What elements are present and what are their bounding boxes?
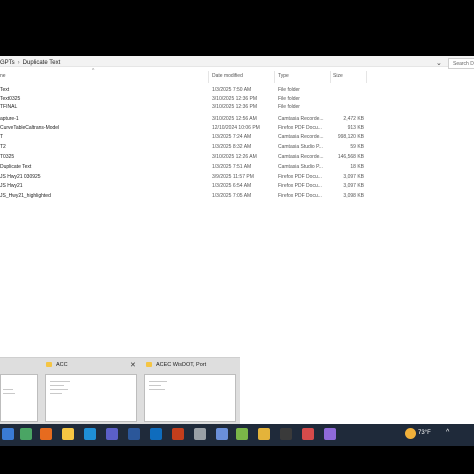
table-row[interactable]: T 1/3/2025 7:24 AM Camtasia Recorde... 998,… [0, 134, 380, 142]
chevron-right-icon: › [17, 60, 20, 66]
file-size: 3,097 KB [343, 174, 364, 180]
weather-sun-icon[interactable] [405, 428, 416, 439]
file-date: 1/3/2025 7:50 AM [212, 87, 252, 93]
file-date: 1/3/2025 6:54 AM [212, 183, 252, 189]
file-name: Text [0, 87, 10, 93]
table-row[interactable]: T0325 3/10/2025 12:26 AM Camtasia Recorde.… [0, 154, 380, 162]
settings-icon[interactable] [194, 428, 206, 440]
app-icon[interactable] [302, 428, 314, 440]
file-size: 3,097 KB [343, 183, 364, 189]
column-divider[interactable] [366, 71, 367, 83]
file-size: 3,098 KB [343, 193, 364, 199]
chevron-down-icon[interactable]: ⌄ [436, 59, 442, 67]
firefox-icon[interactable] [40, 428, 52, 440]
file-date: 1/3/2025 8:32 AM [212, 144, 252, 150]
taskbar-thumbnail-popup: ACC ✕ ACEC WisDOT, Port [0, 357, 240, 424]
table-row[interactable]: apture-1 3/10/2025 12:56 AM Camtasia Recor… [0, 116, 380, 124]
file-name: TFINAL [0, 104, 18, 110]
weather-temperature[interactable]: 73°F [418, 430, 431, 436]
explorer-toolbar [0, 56, 474, 67]
table-row[interactable]: CurveTableCaltrans-Model 12/10/2024 10:06… [0, 125, 380, 133]
column-header-name[interactable]: ne [0, 73, 6, 79]
file-name: JS Hwy21 030925 [0, 174, 41, 180]
word-icon[interactable] [128, 428, 140, 440]
start-icon[interactable] [2, 428, 14, 440]
chevron-up-icon[interactable]: ^ [446, 429, 449, 436]
column-header-type[interactable]: Type [278, 73, 289, 79]
breadcrumb-item-duplicate-text[interactable]: Duplicate Text [23, 60, 61, 66]
table-row[interactable]: Text0325 3/10/2025 12:36 PM File folder [0, 96, 380, 104]
file-name: CurveTableCaltrans-Model [0, 125, 60, 131]
window-preview-acc[interactable] [45, 374, 137, 422]
paint-icon[interactable] [324, 428, 336, 440]
file-date: 3/10/2025 12:36 PM [212, 96, 258, 102]
file-name: JS Hwy21 [0, 183, 23, 189]
column-divider[interactable] [208, 71, 209, 83]
folder-icon [46, 362, 52, 367]
file-name: T [0, 134, 4, 140]
file-name: T2 [0, 144, 6, 150]
file-size: 913 KB [347, 125, 364, 131]
file-type: File folder [278, 87, 300, 93]
file-date: 1/3/2025 7:24 AM [212, 134, 252, 140]
column-divider[interactable] [330, 71, 331, 83]
table-row[interactable]: JS Hwy21 1/3/2025 6:54 AM Firefox PDF Docu… [0, 183, 380, 191]
outlook-icon[interactable] [150, 428, 162, 440]
snipping-icon[interactable] [216, 428, 228, 440]
column-header-size[interactable]: Size [333, 73, 343, 79]
column-divider[interactable] [274, 71, 275, 83]
window-preview-acec[interactable] [144, 374, 236, 422]
powerpoint-icon[interactable] [172, 428, 184, 440]
breadcrumb-item-gpts[interactable]: GPTs [0, 60, 15, 66]
column-header-date[interactable]: Date modified [212, 73, 243, 79]
folder-icon [146, 362, 152, 367]
file-date: 3/9/2025 11:57 PM [212, 174, 254, 180]
search-input[interactable]: Search D [448, 58, 474, 69]
sort-caret-icon: ^ [92, 68, 95, 74]
file-type: File folder [278, 104, 300, 110]
file-date: 3/10/2025 12:56 AM [212, 116, 257, 122]
close-icon[interactable]: ✕ [130, 361, 136, 369]
file-name: Text0325 [0, 96, 21, 102]
mouse-cursor-icon [48, 392, 52, 399]
file-date: 1/3/2025 7:05 AM [212, 193, 252, 199]
table-row[interactable]: Duplicate Text 1/3/2025 7:51 AM Camtasia S… [0, 164, 380, 172]
file-explorer-icon[interactable] [62, 428, 74, 440]
file-date: 3/10/2025 12:36 PM [212, 104, 258, 110]
breadcrumb[interactable]: GPTs › Duplicate Text [0, 60, 60, 66]
file-size: 59 KB [350, 144, 364, 150]
thumbnail-title-acc: ACC [56, 362, 68, 368]
thumbnail-title-acec: ACEC WisDOT, Port [156, 362, 207, 368]
file-date: 12/10/2024 10:06 PM [212, 125, 260, 131]
file-size: 998,120 KB [337, 134, 364, 140]
file-name: Duplicate Text [0, 164, 32, 170]
table-row[interactable]: JS Hwy21 030925 3/9/2025 11:57 PM Firefox … [0, 174, 380, 182]
table-row[interactable]: Text 1/3/2025 7:50 AM File folder [0, 87, 380, 95]
file-size: 2,472 KB [343, 116, 364, 122]
file-type: File folder [278, 96, 300, 102]
teams-icon[interactable] [106, 428, 118, 440]
window-preview[interactable] [0, 374, 38, 422]
table-row[interactable]: TFINAL 3/10/2025 12:36 PM File folder [0, 104, 380, 112]
table-row[interactable]: JS_Hwy21_highlighted 1/3/2025 7:05 AM Fire… [0, 193, 380, 201]
file-size: 146,568 KB [337, 154, 364, 160]
file-name: JS_Hwy21_highlighted [0, 193, 51, 199]
file-date: 1/3/2025 7:51 AM [212, 164, 252, 170]
chrome-icon[interactable] [258, 428, 270, 440]
table-row[interactable]: T2 1/3/2025 8:32 AM Camtasia Studio P... 59… [0, 144, 380, 152]
file-date: 3/10/2025 12:26 AM [212, 154, 257, 160]
file-size: 18 KB [350, 164, 364, 170]
file-name: apture-1 [0, 116, 19, 122]
edge-icon[interactable] [84, 428, 96, 440]
terminal-icon[interactable] [280, 428, 292, 440]
notes-icon[interactable] [236, 428, 248, 440]
camtasia-icon[interactable] [20, 428, 32, 440]
file-name: T0325 [0, 154, 15, 160]
